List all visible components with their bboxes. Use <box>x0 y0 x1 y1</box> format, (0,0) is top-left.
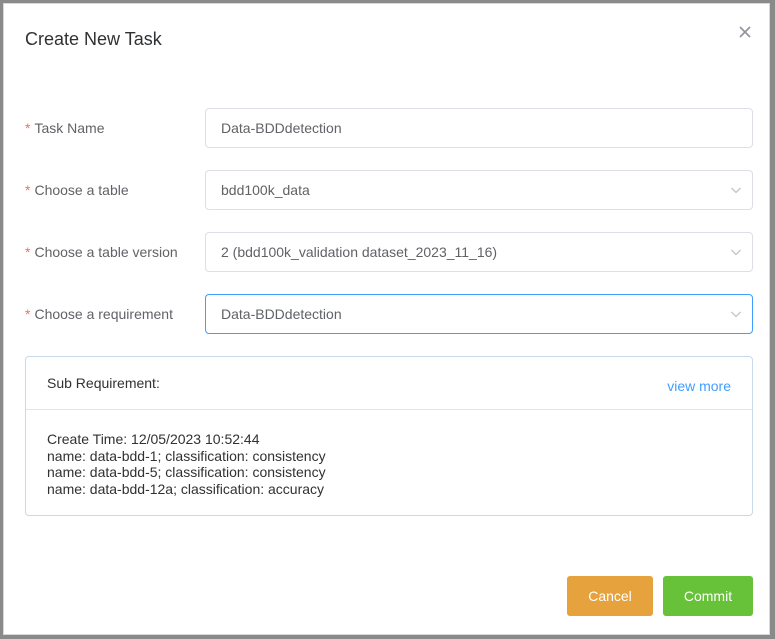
table-version-select-value: 2 (bdd100k_validation dataset_2023_11_16… <box>221 244 498 260</box>
table-label: * Choose a table <box>25 182 129 198</box>
chevron-down-icon <box>730 184 742 196</box>
task-name-field[interactable] <box>205 108 753 148</box>
table-select-value: bdd100k_data <box>221 182 310 198</box>
table-version-label: * Choose a table version <box>25 244 178 260</box>
task-name-input[interactable] <box>206 109 752 147</box>
table-select[interactable]: bdd100k_data <box>205 170 753 210</box>
commit-button[interactable]: Commit <box>663 576 753 616</box>
sub-requirement-line: name: data-bdd-5; classification: consis… <box>47 464 326 480</box>
table-version-row: * Choose a table version 2 (bdd100k_valid… <box>4 232 771 272</box>
cancel-button[interactable]: Cancel <box>567 576 653 616</box>
dialog-title: Create New Task <box>25 29 162 49</box>
required-marker: * <box>25 120 31 136</box>
required-marker: * <box>25 306 31 322</box>
table-version-select[interactable]: 2 (bdd100k_validation dataset_2023_11_16… <box>205 232 753 272</box>
sub-requirement-title: Sub Requirement: <box>47 375 160 391</box>
create-task-dialog: Create New Task *Task Name *Choose a tab… <box>3 3 770 635</box>
close-icon[interactable] <box>736 23 754 41</box>
requirement-label: * Choose a requirement <box>25 306 173 322</box>
task-name-label: * Task Name <box>25 120 105 136</box>
view-more-link[interactable]: view more <box>667 378 731 394</box>
sub-requirement-line: name: data-bdd-1; classification: consis… <box>47 447 326 464</box>
requirement-select[interactable]: Data-BDDdetection <box>205 294 753 334</box>
sub-requirement-card: Sub Requirement: view more Create Time: … <box>25 356 753 516</box>
create-time-line: Create Time: 12/05/2023 10:52:44 <box>47 431 260 447</box>
sub-requirement-body: Create Time: 12/05/2023 10:52:44 name: d… <box>47 431 326 497</box>
requirement-select-value: Data-BDDdetection <box>221 306 342 322</box>
chevron-down-icon <box>730 246 742 258</box>
chevron-down-icon <box>730 308 742 320</box>
table-row: * Choose a table bdd100k_data <box>4 170 771 210</box>
required-marker: * <box>25 182 31 198</box>
sub-requirement-header: Sub Requirement: view more <box>26 357 752 410</box>
sub-requirement-line: name: data-bdd-12a; classification: accu… <box>47 480 325 497</box>
requirement-row: * Choose a requirement Data-BDDdetection <box>4 294 771 334</box>
task-name-row: * Task Name <box>4 108 771 148</box>
required-marker: * <box>25 244 31 260</box>
